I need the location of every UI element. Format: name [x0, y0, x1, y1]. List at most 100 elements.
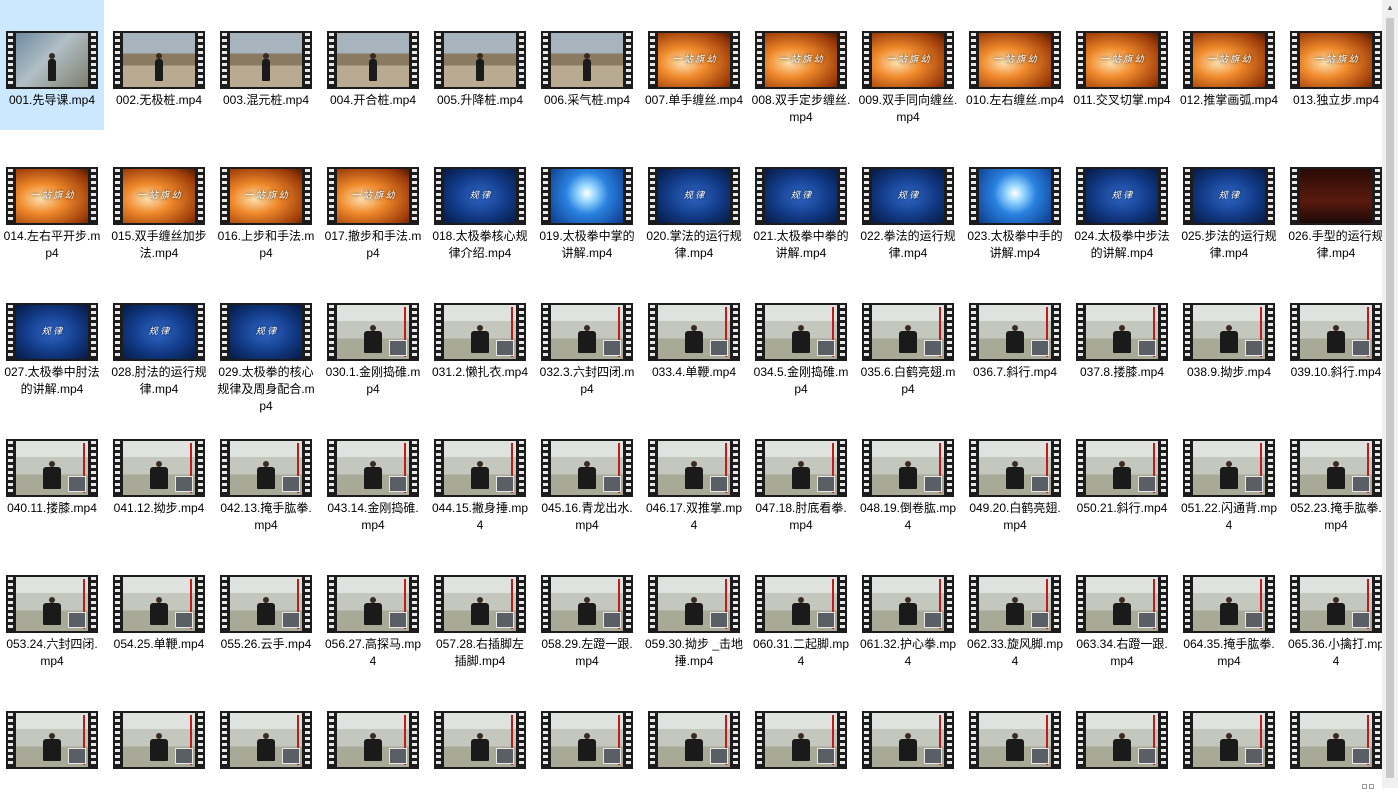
file-item[interactable]: 031.2.懒扎衣.mp4 — [428, 272, 532, 402]
file-item[interactable] — [214, 680, 318, 810]
file-item[interactable]: 026.手型的运行规律.mp4 — [1284, 136, 1388, 266]
file-item[interactable]: 规 律 024.太极拳中步法的讲解.mp4 — [1070, 136, 1174, 266]
file-item[interactable]: 一 站 旗 幼 017.撤步和手法.mp4 — [321, 136, 425, 266]
file-item[interactable]: 036.7.斜行.mp4 — [963, 272, 1067, 402]
file-item[interactable]: 047.18.肘底看拳.mp4 — [749, 408, 853, 538]
file-item[interactable]: 043.14.金刚捣碓.mp4 — [321, 408, 425, 538]
file-item[interactable]: 规 律 027.太极拳中肘法的讲解.mp4 — [0, 272, 104, 402]
file-item[interactable]: 035.6.白鹤亮翅.mp4 — [856, 272, 960, 402]
file-item[interactable]: 规 律 020.掌法的运行规律.mp4 — [642, 136, 746, 266]
file-item[interactable]: 023.太极拳中手的讲解.mp4 — [963, 136, 1067, 266]
scroll-up-arrow-icon[interactable]: ▲ — [1382, 0, 1398, 16]
thumbnail-frame — [337, 441, 409, 495]
file-item[interactable]: 042.13.掩手肱拳.mp4 — [214, 408, 318, 538]
file-item[interactable] — [0, 680, 104, 810]
file-item[interactable]: 一 站 旗 幼 007.单手缠丝.mp4 — [642, 0, 746, 130]
file-item[interactable]: 052.23.掩手肱拳.mp4 — [1284, 408, 1388, 538]
file-item[interactable]: 061.32.护心拳.mp4 — [856, 544, 960, 674]
file-item[interactable] — [107, 680, 211, 810]
file-item[interactable]: 051.22.闪通背.mp4 — [1177, 408, 1281, 538]
file-item[interactable]: 一 站 旗 幼 011.交叉切掌.mp4 — [1070, 0, 1174, 130]
file-item[interactable]: 057.28.右插脚左插脚.mp4 — [428, 544, 532, 674]
large-icons-view-icon[interactable] — [1369, 784, 1374, 789]
file-item[interactable]: 049.20.白鹤亮翅.mp4 — [963, 408, 1067, 538]
file-item[interactable]: 033.4.单鞭.mp4 — [642, 272, 746, 402]
file-item[interactable] — [963, 680, 1067, 810]
file-item[interactable]: 一 站 旗 幼 013.独立步.mp4 — [1284, 0, 1388, 130]
file-item[interactable]: 一 站 旗 幼 010.左右缠丝.mp4 — [963, 0, 1067, 130]
file-item[interactable]: 053.24.六封四闭.mp4 — [0, 544, 104, 674]
frame-red-bar — [1046, 443, 1048, 493]
details-view-icon[interactable] — [1362, 784, 1367, 789]
file-item[interactable]: 一 站 旗 幼 008.双手定步缠丝.mp4 — [749, 0, 853, 130]
video-thumbnail — [327, 439, 419, 497]
file-item[interactable] — [1070, 680, 1174, 810]
file-item[interactable]: 规 律 029.太极拳的核心规律及周身配合.mp4 — [214, 272, 318, 413]
file-item[interactable]: 003.混元桩.mp4 — [214, 0, 318, 130]
file-item[interactable]: 062.33.旋风脚.mp4 — [963, 544, 1067, 674]
file-item[interactable]: 065.36.小擒打.mp4 — [1284, 544, 1388, 674]
file-item[interactable]: 030.1.金刚捣碓.mp4 — [321, 272, 425, 402]
person-figure — [685, 325, 703, 353]
file-item[interactable]: 规 律 028.肘法的运行规律.mp4 — [107, 272, 211, 402]
file-item[interactable]: 048.19.倒卷肱.mp4 — [856, 408, 960, 538]
file-item[interactable]: 044.15.撇身捶.mp4 — [428, 408, 532, 538]
file-item[interactable] — [535, 680, 639, 810]
file-item[interactable]: 规 律 022.拳法的运行规律.mp4 — [856, 136, 960, 266]
file-item[interactable]: 050.21.斜行.mp4 — [1070, 408, 1174, 538]
file-item[interactable]: 规 律 025.步法的运行规律.mp4 — [1177, 136, 1281, 266]
file-item[interactable]: 054.25.单鞭.mp4 — [107, 544, 211, 674]
file-item[interactable]: 064.35.掩手肱拳.mp4 — [1177, 544, 1281, 674]
file-item[interactable]: 059.30.拗步 _击地捶.mp4 — [642, 544, 746, 674]
file-item[interactable] — [749, 680, 853, 810]
view-toggle[interactable] — [1360, 776, 1382, 789]
file-item[interactable]: 一 站 旗 幼 016.上步和手法.mp4 — [214, 136, 318, 266]
file-item[interactable] — [1284, 680, 1388, 810]
file-item[interactable]: 一 站 旗 幼 014.左右平开步.mp4 — [0, 136, 104, 266]
file-item[interactable]: 060.31.二起脚.mp4 — [749, 544, 853, 674]
file-item[interactable]: 002.无极桩.mp4 — [107, 0, 211, 130]
file-item[interactable]: 006.采气桩.mp4 — [535, 0, 639, 130]
person-figure — [364, 733, 382, 761]
frame-red-bar — [190, 715, 192, 765]
file-item[interactable]: 005.升降桩.mp4 — [428, 0, 532, 130]
file-item[interactable] — [856, 680, 960, 810]
file-item[interactable]: 040.11.搂膝.mp4 — [0, 408, 104, 538]
file-item[interactable]: 039.10.斜行.mp4 — [1284, 272, 1388, 402]
file-item[interactable]: 019.太极拳中掌的讲解.mp4 — [535, 136, 639, 266]
video-thumbnail — [541, 31, 633, 89]
file-item[interactable]: 045.16.青龙出水.mp4 — [535, 408, 639, 538]
file-name-label: 033.4.单鞭.mp4 — [651, 365, 737, 379]
scrollbar-thumb[interactable] — [1386, 18, 1394, 778]
file-item[interactable]: 001.先导课.mp4 — [0, 0, 104, 130]
file-name-label: 065.36.小擒打.mp4 — [1287, 637, 1385, 668]
vertical-scrollbar[interactable]: ▲ — [1382, 0, 1398, 788]
file-item[interactable] — [1177, 680, 1281, 810]
file-item[interactable]: 058.29.左蹬一跟.mp4 — [535, 544, 639, 674]
file-item[interactable]: 041.12.拗步.mp4 — [107, 408, 211, 538]
person-figure — [1113, 461, 1131, 489]
video-thumbnail — [755, 575, 847, 633]
file-item[interactable]: 037.8.搂膝.mp4 — [1070, 272, 1174, 402]
file-item[interactable]: 063.34.右蹬一跟.mp4 — [1070, 544, 1174, 674]
file-item[interactable]: 一 站 旗 幼 009.双手同向缠丝.mp4 — [856, 0, 960, 130]
file-item[interactable] — [428, 680, 532, 810]
file-item[interactable] — [642, 680, 746, 810]
file-item[interactable]: 056.27.高探马.mp4 — [321, 544, 425, 674]
file-item[interactable]: 一 站 旗 幼 015.双手缠丝加步法.mp4 — [107, 136, 211, 266]
thumbnail-frame — [551, 577, 623, 631]
file-item[interactable]: 032.3.六封四闭.mp4 — [535, 272, 639, 402]
file-item[interactable]: 038.9.拗步.mp4 — [1177, 272, 1281, 402]
thumbnail-frame — [658, 713, 730, 767]
file-item[interactable]: 规 律 021.太极拳中拳的讲解.mp4 — [749, 136, 853, 266]
file-item[interactable]: 一 站 旗 幼 012.推掌画弧.mp4 — [1177, 0, 1281, 130]
person-figure — [150, 461, 168, 489]
file-item[interactable]: 055.26.云手.mp4 — [214, 544, 318, 674]
file-item[interactable]: 034.5.金刚捣碓.mp4 — [749, 272, 853, 402]
thumbnail-frame — [337, 305, 409, 359]
file-item[interactable]: 004.开合桩.mp4 — [321, 0, 425, 130]
file-item[interactable] — [321, 680, 425, 810]
file-item[interactable]: 规 律 018.太极拳核心规律介绍.mp4 — [428, 136, 532, 266]
file-item[interactable]: 046.17.双推掌.mp4 — [642, 408, 746, 538]
thumbnail-overlay-text: 一 站 旗 幼 — [1207, 54, 1251, 65]
